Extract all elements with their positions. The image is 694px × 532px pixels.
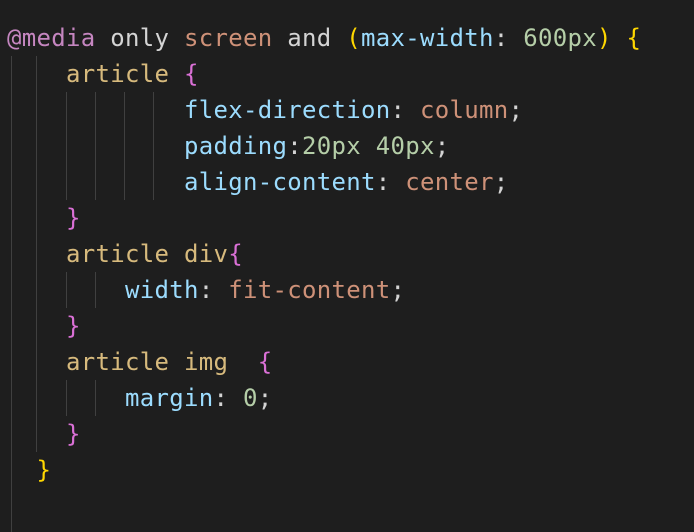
code-line[interactable]: padding:20px 40px; [7,128,450,164]
code-line[interactable]: width: fit-content; [7,272,405,308]
code-line[interactable]: flex-direction: column; [7,92,523,128]
code-token: ( [346,24,361,52]
code-token: and [287,24,332,52]
code-token: : [213,384,243,412]
code-token: center [405,168,494,196]
code-token: : [287,132,302,160]
code-token: : [493,24,524,52]
code-token: article img [66,348,229,376]
code-token: } [66,420,81,448]
code-line[interactable]: article div{ [7,236,243,272]
code-token: flex-direction [184,96,391,124]
code-token: { [184,60,199,88]
code-line[interactable]: margin: 0; [7,380,273,416]
code-token: align-content [184,168,376,196]
code-token: 20px [302,132,361,160]
code-token: ; [493,168,509,196]
code-token: only [110,24,170,52]
code-token: ; [508,96,524,124]
code-token: 600px [523,24,597,52]
code-line[interactable]: align-content: center; [7,164,509,200]
code-line[interactable]: } [7,452,51,488]
code-token: } [36,456,52,484]
code-token: ) [597,24,612,52]
code-token: : [375,168,406,196]
code-token: screen [184,24,273,52]
code-token: width [125,276,199,304]
code-token: article div [66,240,229,268]
code-token: 40px [375,132,435,160]
code-token: ; [390,276,406,304]
code-token: { [257,348,273,376]
code-editor[interactable]: @media only screen and (max-width: 600px… [0,0,694,532]
code-token: } [66,204,81,232]
code-token: { [626,24,642,52]
code-token: : [390,96,420,124]
code-line[interactable]: article img { [7,344,273,380]
code-line[interactable]: } [7,416,81,452]
code-token: column [420,96,509,124]
code-token: @media [7,24,96,52]
code-token: { [228,240,243,268]
code-token: ; [257,384,273,412]
code-token: } [66,312,81,340]
code-token: ; [434,132,450,160]
code-token: max-width [361,24,494,52]
code-token: padding [184,132,288,160]
code-line[interactable]: @media only screen and (max-width: 600px… [7,20,641,56]
code-line[interactable]: } [7,308,81,344]
code-token: 0 [243,384,258,412]
code-token: : [198,276,229,304]
code-line[interactable]: } [7,200,81,236]
code-token: article [66,60,170,88]
code-token: margin [125,384,214,412]
code-token: fit-content [228,276,391,304]
code-line[interactable]: article { [7,56,199,92]
